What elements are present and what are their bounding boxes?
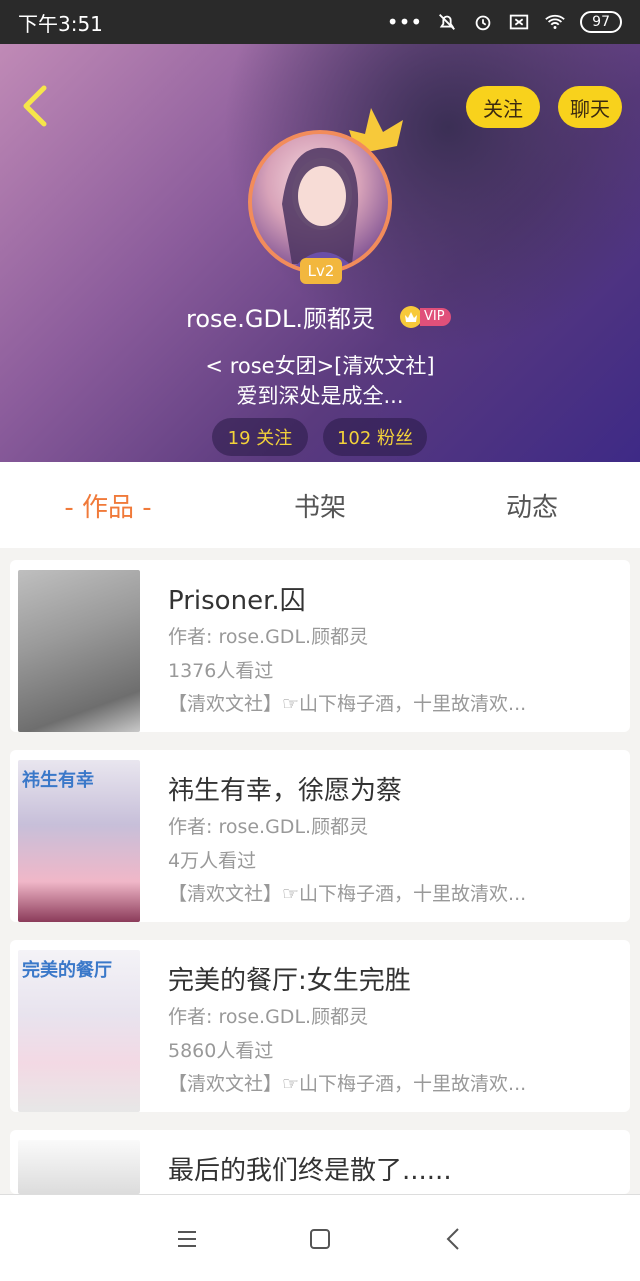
work-views: 1376人看过: [168, 660, 274, 682]
more-dots-icon: •••: [386, 10, 423, 34]
work-title: 祎生有幸，徐愿为蔡: [168, 776, 403, 806]
status-bar: 下午3:51 ••• 97: [0, 0, 640, 44]
username: rose.GDL.顾都灵: [186, 305, 375, 333]
chat-button[interactable]: 聊天: [558, 86, 622, 128]
work-views: 5860人看过: [168, 1040, 274, 1062]
tab-activity[interactable]: 动态: [464, 462, 600, 548]
vip-label: VIP: [420, 308, 451, 326]
tab-bookshelf[interactable]: 书架: [252, 462, 388, 548]
battery-indicator: 97: [580, 11, 622, 33]
cover-text: 祎生有幸: [22, 770, 94, 791]
following-count[interactable]: 19 关注: [212, 418, 308, 456]
work-cover: 祎生有幸: [18, 760, 140, 922]
work-desc: 【清欢文社】☞山下梅子酒，十里故清欢...: [168, 883, 527, 905]
work-title: 最后的我们终是散了......: [168, 1156, 452, 1186]
work-title: 完美的餐厅:女生完胜: [168, 966, 411, 996]
list-item[interactable]: 完美的餐厅 完美的餐厅:女生完胜 作者: rose.GDL.顾都灵 5860人看…: [10, 940, 630, 1112]
avatar-portrait: [282, 147, 359, 270]
home-icon[interactable]: [300, 1219, 340, 1259]
follow-button[interactable]: 关注: [466, 86, 540, 128]
work-desc: 【清欢文社】☞山下梅子酒，十里故清欢...: [168, 693, 527, 715]
list-item[interactable]: 最后的我们终是散了......: [10, 1130, 630, 1194]
work-author: 作者: rose.GDL.顾都灵: [168, 626, 369, 648]
back-arrow-icon[interactable]: [16, 84, 56, 128]
vip-badge: VIP: [400, 306, 451, 328]
work-author: 作者: rose.GDL.顾都灵: [168, 816, 369, 838]
tab-works[interactable]: - 作品 -: [40, 462, 176, 548]
list-item[interactable]: 祎生有幸 祎生有幸，徐愿为蔡 作者: rose.GDL.顾都灵 4万人看过 【清…: [10, 750, 630, 922]
work-cover: [18, 1140, 140, 1194]
system-nav-bar: [0, 1194, 640, 1281]
work-cover: 完美的餐厅: [18, 950, 140, 1112]
avatar[interactable]: [248, 130, 392, 274]
profile-tabs: - 作品 - 书架 动态: [0, 462, 640, 548]
work-cover: [18, 570, 140, 732]
fans-count[interactable]: 102 粉丝: [323, 418, 427, 456]
vip-crown-icon: [400, 306, 422, 328]
bio-line-1: < rose女团>[清欢文社]: [205, 354, 435, 378]
work-title: Prisoner.囚: [168, 586, 306, 616]
back-icon[interactable]: [434, 1219, 474, 1259]
wifi-icon: [545, 14, 565, 29]
level-badge: Lv2: [300, 258, 342, 284]
menu-icon[interactable]: [167, 1219, 207, 1259]
cover-text: 完美的餐厅: [22, 960, 112, 981]
work-author: 作者: rose.GDL.顾都灵: [168, 1006, 369, 1028]
work-desc: 【清欢文社】☞山下梅子酒，十里故清欢...: [168, 1073, 527, 1095]
mute-bell-icon: [439, 14, 456, 30]
alarm-icon: [475, 15, 491, 31]
profile-header: 关注 聊天 Lv2 rose.GDL.顾都灵 VIP < rose女团>[清欢文…: [0, 44, 640, 462]
status-icons: ••• 97: [387, 10, 622, 34]
sim-off-icon: [510, 14, 529, 30]
status-time: 下午3:51: [18, 11, 103, 36]
list-item[interactable]: Prisoner.囚 作者: rose.GDL.顾都灵 1376人看过 【清欢文…: [10, 560, 630, 732]
bio-line-2: 爱到深处是成全...: [236, 384, 404, 408]
work-views: 4万人看过: [168, 850, 257, 872]
